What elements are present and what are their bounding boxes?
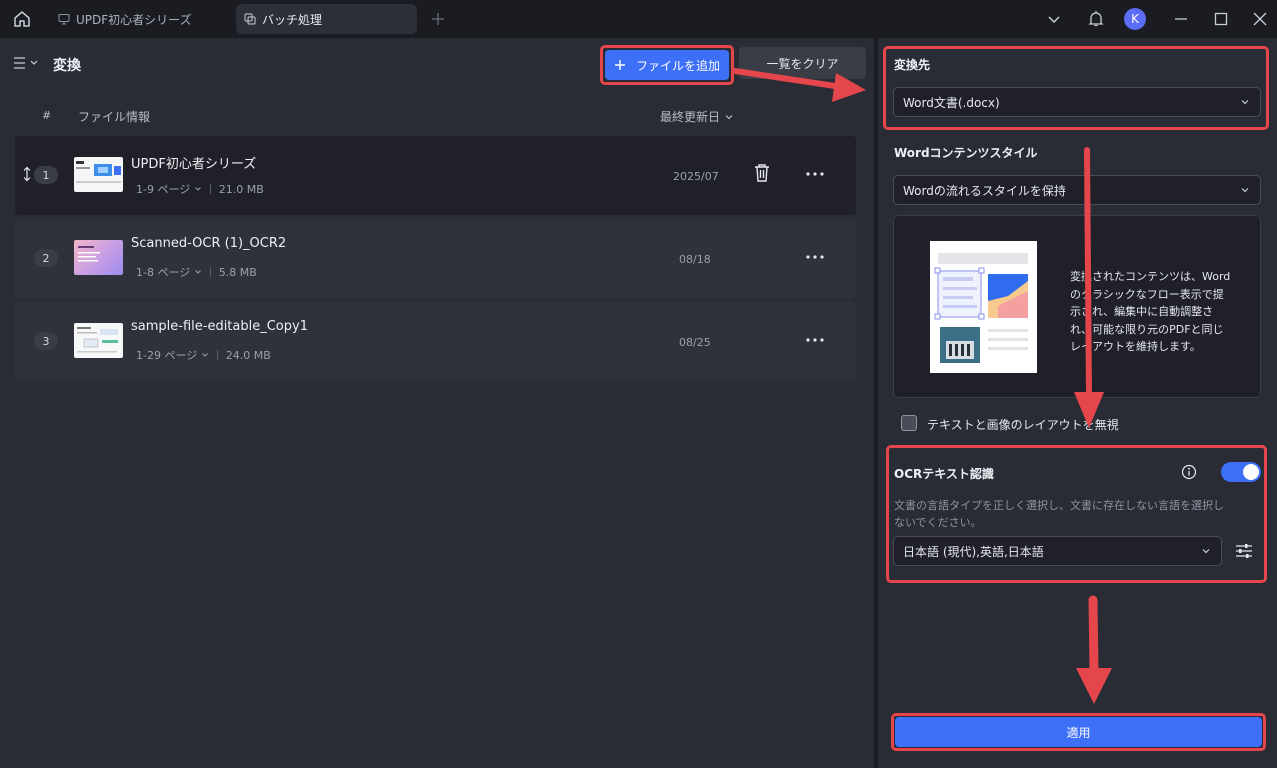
arrow-to-ocr [1074,147,1104,428]
arrow-to-apply [1076,595,1112,704]
annotation-arrows [732,68,1112,704]
arrow-to-destination [732,68,866,102]
